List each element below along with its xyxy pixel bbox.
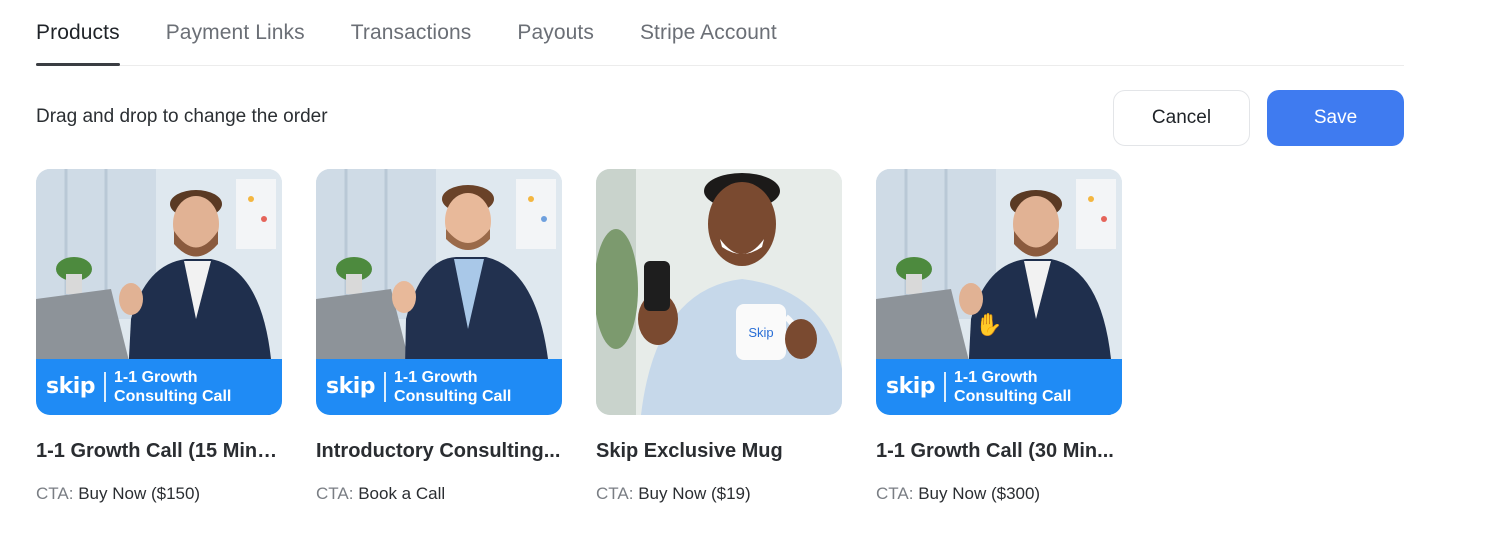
product-thumbnail: skip 1-1 Growth Consulting Call (36, 169, 282, 415)
banner-line-1: 1-1 Growth (954, 369, 1038, 386)
mug-label: Skip (748, 325, 773, 340)
mug-photo: Skip (596, 169, 842, 415)
product-title: Introductory Consulting... (316, 440, 561, 462)
banner-line-1: 1-1 Growth (114, 369, 198, 386)
cta-value: Buy Now ($19) (638, 484, 751, 503)
product-banner: skip 1-1 Growth Consulting Call (876, 359, 1122, 415)
cta-value: Buy Now ($300) (918, 484, 1041, 503)
product-cta: CTA: Buy Now ($300) (876, 484, 1122, 504)
reorder-instruction: Drag and drop to change the order (36, 106, 328, 127)
cta-prefix: CTA: (316, 484, 354, 503)
product-title: 1-1 Growth Call (30 Min... (876, 440, 1114, 462)
product-banner: skip 1-1 Growth Consulting Call (36, 359, 282, 415)
skip-logo: skip (36, 372, 107, 402)
cancel-button[interactable]: Cancel (1113, 90, 1250, 146)
skip-logo: skip (876, 372, 947, 402)
product-title: 1-1 Growth Call (15 Minu... (36, 440, 282, 462)
products-page: Products Payment Links Transactions Payo… (0, 0, 1490, 544)
product-card[interactable]: Skip Skip Exclusive Mug CTA: Buy Now ($1… (596, 169, 842, 504)
cta-prefix: CTA: (36, 484, 74, 503)
grab-cursor-icon: ✋ (975, 312, 1003, 337)
banner-line-1: 1-1 Growth (394, 369, 478, 386)
product-cta: CTA: Book a Call (316, 484, 562, 504)
banner-line-2: Consulting Call (394, 388, 512, 405)
tab-bar: Products Payment Links Transactions Payo… (36, 0, 1404, 66)
tab-payment-links[interactable]: Payment Links (166, 0, 305, 65)
cta-value: Book a Call (358, 484, 446, 503)
cta-prefix: CTA: (596, 484, 634, 503)
product-thumbnail: skip 1-1 Growth Consulting Call (876, 169, 1122, 415)
tab-products[interactable]: Products (36, 0, 120, 66)
tab-stripe-account[interactable]: Stripe Account (640, 0, 777, 65)
product-banner: skip 1-1 Growth Consulting Call (316, 359, 562, 415)
product-card[interactable]: skip 1-1 Growth Consulting Call Introduc… (316, 169, 562, 504)
banner-line-2: Consulting Call (114, 388, 232, 405)
product-title: Skip Exclusive Mug (596, 440, 783, 462)
cta-prefix: CTA: (876, 484, 914, 503)
product-thumbnail: skip 1-1 Growth Consulting Call (316, 169, 562, 415)
cta-value: Buy Now ($150) (78, 484, 201, 503)
skip-logo: skip (316, 372, 387, 402)
banner-line-2: Consulting Call (954, 388, 1072, 405)
product-card[interactable]: skip 1-1 Growth Consulting Call 1-1 Grow… (36, 169, 282, 504)
tab-transactions[interactable]: Transactions (351, 0, 472, 65)
tab-payouts[interactable]: Payouts (517, 0, 594, 65)
product-cta: CTA: Buy Now ($150) (36, 484, 282, 504)
product-cta: CTA: Buy Now ($19) (596, 484, 842, 504)
product-thumbnail: Skip (596, 169, 842, 415)
save-button[interactable]: Save (1267, 90, 1404, 146)
